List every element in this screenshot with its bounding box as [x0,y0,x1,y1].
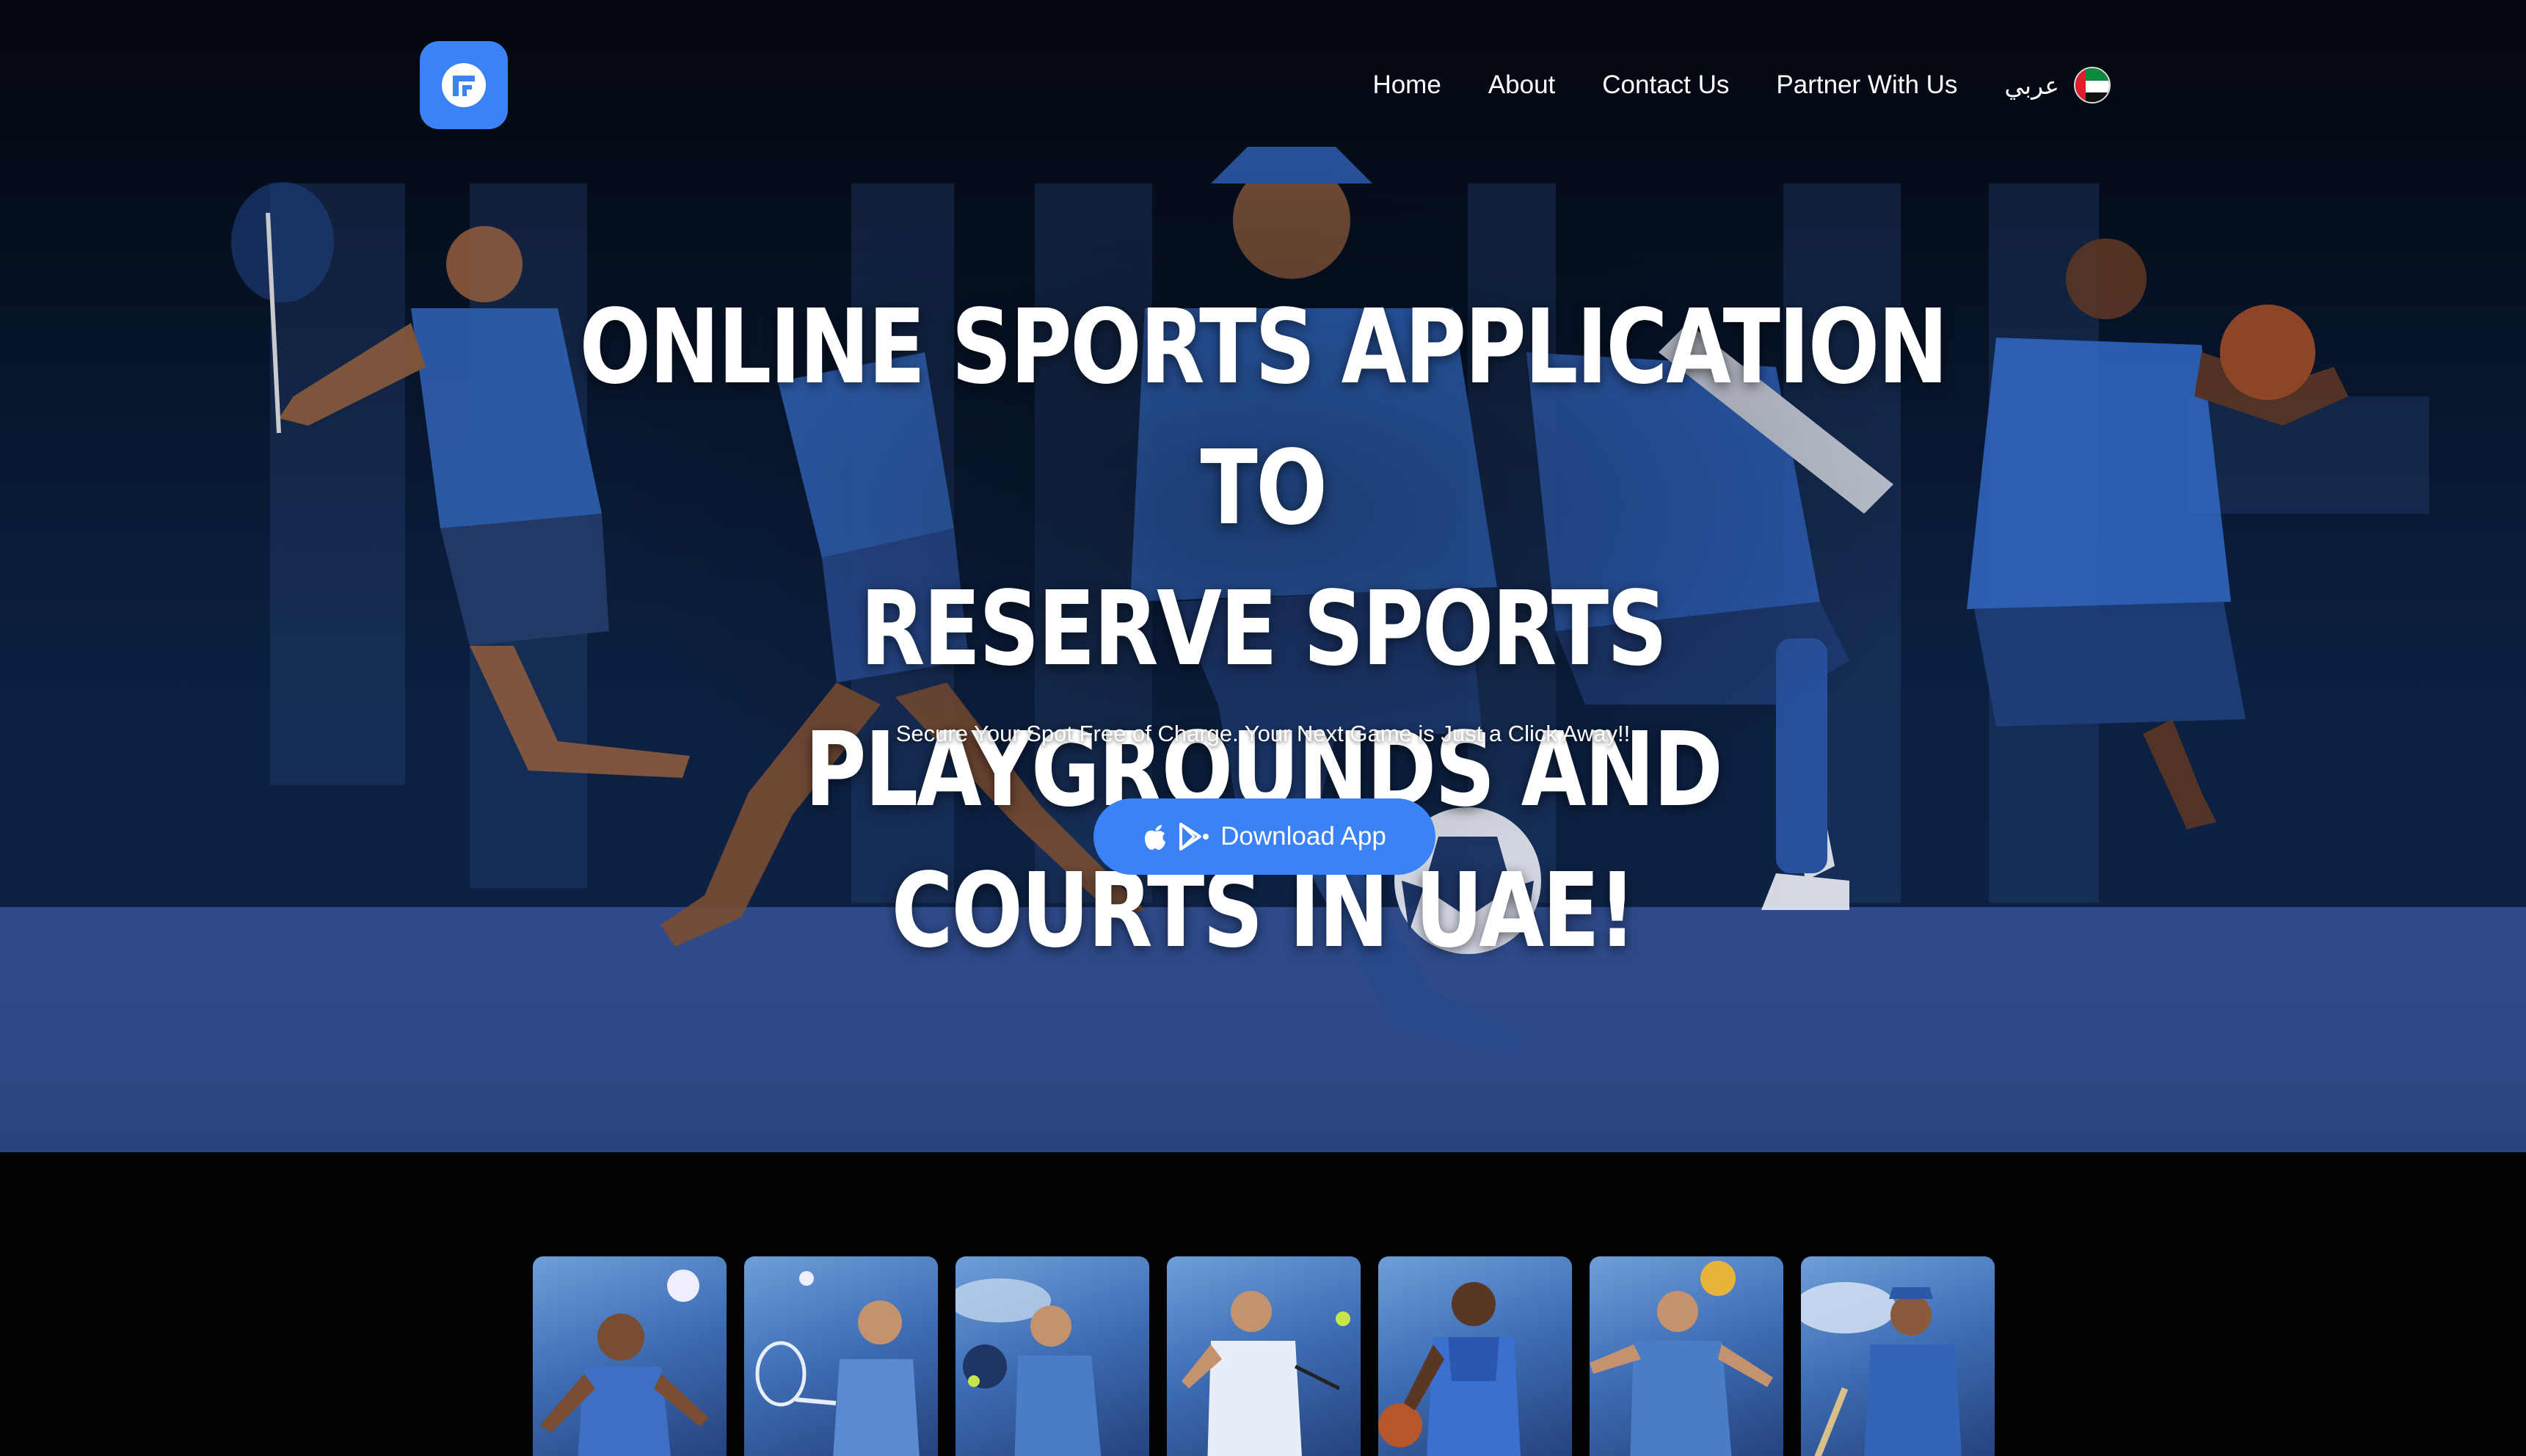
google-play-icon [1179,823,1209,851]
app-logo-icon[interactable] [420,41,508,129]
uae-flag-icon [2074,67,2111,103]
sports-cards-row [533,1256,1995,1456]
volleyball-player-image [1590,1261,1773,1456]
cricket-player-image [1801,1282,1962,1456]
nav-links: Home About Contact Us Partner With Us عر… [1372,63,2111,107]
download-app-button[interactable]: Download App [1093,798,1435,875]
sport-card-tennis[interactable] [744,1256,938,1456]
language-switcher[interactable]: عربي [2004,67,2111,103]
hero-headline: ONLINE SPORTS APPLICATION TO RESERVE SPO… [541,277,1985,982]
tennis-player-image [755,1271,920,1456]
sport-card-basketball[interactable] [1378,1256,1572,1456]
basketball-player-image [1378,1282,1521,1456]
nav-link-home[interactable]: Home [1372,70,1441,100]
language-label: عربي [2004,71,2059,99]
download-app-label: Download App [1220,822,1386,851]
hero-subtitle: Secure Your Spot Free of Charge. Your Ne… [895,721,1631,746]
sport-card-football[interactable] [533,1256,727,1456]
logo-mark [442,63,486,107]
nav-link-partner-with-us[interactable]: Partner With Us [1776,70,1957,100]
apple-icon [1145,825,1166,850]
sport-card-cricket[interactable] [1801,1256,1995,1456]
nav-link-contact-us[interactable]: Contact Us [1602,70,1729,100]
headline-line-1: ONLINE SPORTS APPLICATION TO [579,288,1948,548]
sport-card-padel[interactable] [956,1256,1149,1456]
nav-link-about[interactable]: About [1488,70,1555,100]
page: Home About Contact Us Partner With Us عر… [0,0,2526,1456]
top-nav: Home About Contact Us Partner With Us عر… [0,0,2526,169]
sport-card-volleyball[interactable] [1590,1256,1783,1456]
sport-card-squash[interactable] [1167,1256,1361,1456]
squash-player-image [1182,1291,1350,1456]
padel-player-image [956,1278,1102,1456]
football-player-image [540,1270,709,1456]
